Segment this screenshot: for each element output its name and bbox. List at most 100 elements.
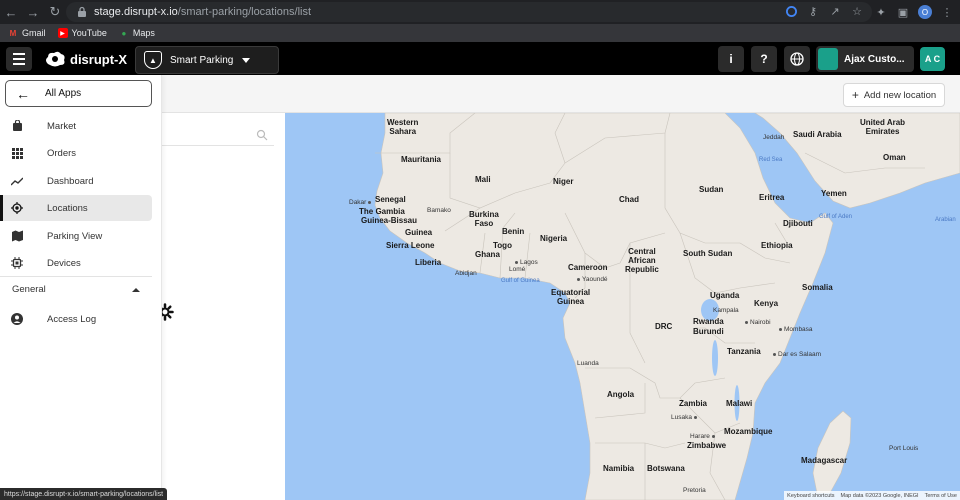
extensions-icon[interactable]: ✦: [874, 5, 888, 19]
app-header: disrupt-X ▲ Smart Parking i ? Ajax Custo…: [0, 42, 960, 75]
sidebar-item-market[interactable]: Market: [0, 113, 152, 139]
map-label-eq-guinea: Equatorial Guinea: [551, 288, 591, 306]
map-label-liberia: Liberia: [415, 258, 442, 267]
plus-icon: +: [851, 88, 859, 102]
star-icon[interactable]: ☆: [850, 4, 864, 18]
arrow-left-icon: ←: [16, 85, 30, 102]
map-label-gulf-guinea: Gulf of Guinea: [501, 278, 540, 284]
sidepanel-icon[interactable]: ▣: [896, 5, 910, 19]
map-label-ethiopia: Ethiopia: [761, 241, 793, 250]
map-label-djibouti: Djibouti: [783, 219, 813, 228]
map-label-chad: Chad: [619, 195, 639, 204]
sidebar-item-parking-view[interactable]: Parking View: [0, 223, 152, 249]
sidebar: ← All Apps Market Orders Dashboard Locat…: [0, 75, 162, 500]
person-icon: [11, 313, 23, 325]
google-icon[interactable]: [784, 4, 798, 18]
map-label-senegal: Senegal: [375, 195, 406, 204]
gmail-icon: M: [9, 28, 17, 38]
share-icon[interactable]: ↗: [828, 4, 842, 18]
map-label-burkina: Burkina Faso: [469, 210, 499, 228]
map-label-south-sudan: South Sudan: [683, 249, 733, 258]
map-attribution: Keyboard shortcuts Map data ©2023 Google…: [784, 491, 960, 500]
map-label-nigeria: Nigeria: [540, 234, 568, 243]
info-icon[interactable]: i: [718, 46, 744, 72]
app-switcher[interactable]: ▲ Smart Parking: [135, 46, 279, 74]
help-icon[interactable]: ?: [751, 46, 777, 72]
map-label-sudan: Sudan: [699, 185, 724, 194]
maps-icon: ●: [121, 28, 127, 38]
map-label-togo: Togo: [493, 241, 512, 250]
sidebar-item-orders[interactable]: Orders: [0, 140, 152, 166]
map-label-gulf-aden: Gulf of Aden: [819, 214, 853, 220]
org-selector[interactable]: Ajax Custo...: [816, 46, 914, 72]
back-arrow-icon[interactable]: ←: [0, 1, 22, 23]
map-label-guinea-bissau: Guinea-Bissau: [361, 216, 418, 225]
map-label-yemen: Yemen: [821, 189, 847, 198]
menu-icon[interactable]: [6, 47, 32, 71]
add-location-button[interactable]: + Add new location: [843, 83, 945, 107]
target-icon: [11, 202, 23, 214]
location-list-panel: [156, 113, 285, 500]
map-label-zimbabwe: Zimbabwe: [687, 441, 727, 450]
address-bar[interactable]: stage.disrupt-x.io/smart-parking/locatio…: [66, 2, 872, 22]
bookmarks-bar: M Gmail ▶ YouTube ● Maps: [0, 24, 960, 42]
map-land: [374, 113, 960, 500]
search-icon[interactable]: [256, 129, 268, 141]
more-vert-icon[interactable]: ⋮: [940, 5, 954, 19]
map-label-oman: Oman: [883, 153, 906, 162]
map-label-botswana: Botswana: [647, 464, 685, 473]
profile-avatar[interactable]: O: [918, 5, 932, 19]
browser-toolbar: ← → ↻ stage.disrupt-x.io/smart-parking/l…: [0, 0, 960, 24]
all-apps-button[interactable]: ← All Apps: [5, 80, 152, 107]
map-label-burundi: Burundi: [693, 327, 724, 336]
map-label-zambia: Zambia: [679, 399, 708, 408]
map-label-red-sea: Red Sea: [759, 157, 783, 163]
map-label-western-sahara: Western Sahara: [387, 118, 419, 136]
url-text: stage.disrupt-x.io/smart-parking/locatio…: [94, 6, 312, 18]
key-icon[interactable]: ⚷: [806, 4, 820, 18]
map-label-tanzania: Tanzania: [727, 347, 761, 356]
map-view[interactable]: Western Sahara Mauritania Mali Niger Cha…: [285, 113, 960, 500]
youtube-icon: ▶: [57, 28, 68, 38]
sidebar-item-devices[interactable]: Devices: [0, 250, 152, 276]
bookmark-youtube[interactable]: ▶ YouTube: [57, 28, 107, 38]
sidebar-item-dashboard[interactable]: Dashboard: [0, 168, 152, 194]
sidebar-section-general[interactable]: General: [12, 284, 140, 295]
chevron-down-icon: [242, 57, 250, 63]
map-label-malawi: Malawi: [726, 399, 753, 408]
map-label-rwanda: Rwanda: [693, 317, 724, 326]
keyboard-shortcuts-link[interactable]: Keyboard shortcuts: [787, 493, 834, 499]
map-label-luanda: Luanda: [577, 360, 599, 367]
map-label-uganda: Uganda: [710, 291, 740, 300]
search-input[interactable]: [162, 145, 274, 146]
sidebar-item-access-log[interactable]: Access Log: [0, 306, 152, 332]
bookmark-gmail[interactable]: M Gmail: [8, 28, 46, 38]
map-label-harare: Harare: [690, 432, 717, 441]
app-name: Smart Parking: [170, 54, 234, 66]
map-label-kenya: Kenya: [754, 299, 779, 308]
map-label-yaounde: Yaoundé: [577, 275, 608, 284]
sidebar-item-locations[interactable]: Locations: [0, 195, 152, 221]
logo[interactable]: disrupt-X: [44, 48, 127, 70]
map-label-port-louis: Port Louis: [889, 445, 919, 452]
map-label-dar: Dar es Salaam: [773, 350, 821, 359]
map-label-madagascar: Madagascar: [801, 456, 848, 465]
map-icon: [11, 230, 23, 242]
map-label-guinea: Guinea: [405, 228, 433, 237]
sidebar-divider: [0, 276, 152, 277]
map-label-benin: Benin: [502, 227, 525, 236]
bookmark-maps[interactable]: ● Maps: [119, 28, 154, 38]
trend-icon: [11, 175, 23, 187]
map-label-uae: United Arab Emirates: [860, 118, 906, 136]
forward-arrow-icon[interactable]: →: [22, 1, 44, 23]
map-label-mombasa: Mombasa: [779, 325, 813, 334]
reload-icon[interactable]: ↻: [44, 1, 66, 23]
map-label-namibia: Namibia: [603, 464, 635, 473]
user-avatar[interactable]: A C: [920, 47, 945, 71]
globe-icon[interactable]: [784, 46, 810, 72]
terms-link[interactable]: Terms of Use: [925, 493, 957, 499]
chip-icon: [11, 257, 23, 269]
map-label-mauritania: Mauritania: [401, 155, 442, 164]
map-data-text: Map data ©2023 Google, INEGI: [840, 492, 919, 499]
map-label-angola: Angola: [607, 390, 635, 399]
